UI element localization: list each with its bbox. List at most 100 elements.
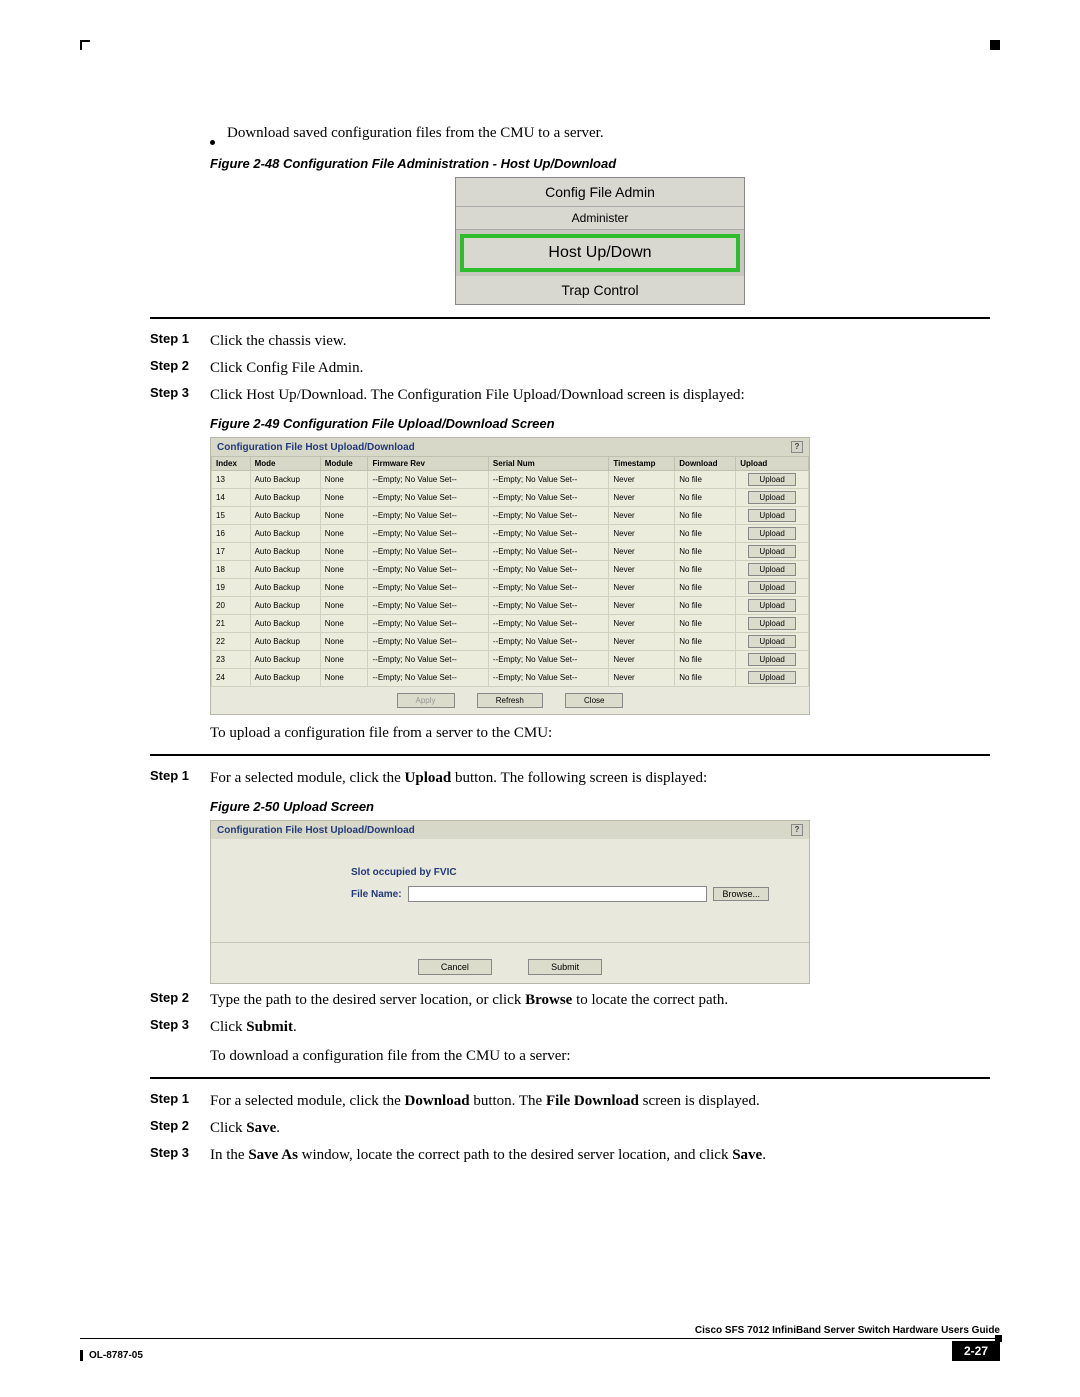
- table-cell: 24: [212, 669, 251, 687]
- table-cell: 21: [212, 615, 251, 633]
- footer-square-icon: [995, 1335, 1002, 1342]
- file-name-label: File Name:: [351, 889, 402, 900]
- table-header: Download: [675, 457, 736, 471]
- upload-button: Upload: [748, 563, 795, 576]
- table-cell: --Empty; No Value Set--: [488, 525, 608, 543]
- table-cell: No file: [675, 633, 736, 651]
- table-cell: 19: [212, 579, 251, 597]
- upload-button: Upload: [748, 599, 795, 612]
- bullet-dot-icon: [210, 140, 215, 145]
- table-header: Upload: [736, 457, 809, 471]
- table-cell: No file: [675, 597, 736, 615]
- table-cell: Auto Backup: [250, 669, 320, 687]
- menu-figure: Config File Admin Administer Host Up/Dow…: [455, 177, 745, 305]
- table-row: 22Auto BackupNone--Empty; No Value Set--…: [212, 633, 809, 651]
- figure-48-caption: Figure 2-48 Configuration File Administr…: [210, 156, 990, 171]
- page-number: 2-27: [952, 1341, 1000, 1361]
- table-row: 18Auto BackupNone--Empty; No Value Set--…: [212, 561, 809, 579]
- upload-button: Upload: [748, 491, 795, 504]
- table-cell: 15: [212, 507, 251, 525]
- step-text: In the Save As window, locate the correc…: [210, 1145, 990, 1166]
- step-text: Click Submit.: [210, 1017, 990, 1038]
- table-header: Index: [212, 457, 251, 471]
- step-text: Click the chassis view.: [210, 331, 990, 352]
- divider: [150, 754, 990, 756]
- table-cell: Never: [609, 525, 675, 543]
- table-header: Module: [320, 457, 368, 471]
- table-cell: No file: [675, 561, 736, 579]
- apply-button: Apply: [397, 693, 455, 708]
- table-row: 16Auto BackupNone--Empty; No Value Set--…: [212, 525, 809, 543]
- table-cell: No file: [675, 525, 736, 543]
- table-cell: --Empty; No Value Set--: [368, 507, 488, 525]
- table-cell: Never: [609, 633, 675, 651]
- table-cell: 14: [212, 489, 251, 507]
- table-cell: --Empty; No Value Set--: [368, 615, 488, 633]
- table-cell: No file: [675, 471, 736, 489]
- table-cell: Upload: [736, 633, 809, 651]
- table-cell: None: [320, 579, 368, 597]
- step-text: Click Host Up/Download. The Configuratio…: [210, 385, 990, 406]
- table-cell: --Empty; No Value Set--: [368, 525, 488, 543]
- table-cell: --Empty; No Value Set--: [368, 579, 488, 597]
- table-cell: Never: [609, 507, 675, 525]
- help-icon: ?: [791, 824, 803, 836]
- table-cell: Upload: [736, 597, 809, 615]
- table-cell: None: [320, 597, 368, 615]
- table-cell: 17: [212, 543, 251, 561]
- slot-label: Slot occupied by FVIC: [351, 867, 769, 878]
- table-cell: None: [320, 561, 368, 579]
- table-title: Configuration File Host Upload/Download: [217, 442, 415, 453]
- upload-button: Upload: [748, 509, 795, 522]
- browse-button: Browse...: [713, 887, 769, 901]
- step-text: For a selected module, click the Upload …: [210, 768, 990, 789]
- figure-49-caption: Figure 2-49 Configuration File Upload/Do…: [210, 416, 990, 431]
- upload-button: Upload: [748, 653, 795, 666]
- table-cell: --Empty; No Value Set--: [488, 561, 608, 579]
- table-cell: Auto Backup: [250, 615, 320, 633]
- table-row: 17Auto BackupNone--Empty; No Value Set--…: [212, 543, 809, 561]
- table-cell: Upload: [736, 507, 809, 525]
- table-cell: Auto Backup: [250, 633, 320, 651]
- table-cell: Auto Backup: [250, 651, 320, 669]
- upload-button: Upload: [748, 545, 795, 558]
- table-row: 15Auto BackupNone--Empty; No Value Set--…: [212, 507, 809, 525]
- step-text: Click Save.: [210, 1118, 990, 1139]
- table-row: 21Auto BackupNone--Empty; No Value Set--…: [212, 615, 809, 633]
- step-label: Step 2: [150, 358, 210, 379]
- file-name-input: [408, 886, 708, 902]
- table-cell: Auto Backup: [250, 543, 320, 561]
- table-cell: Upload: [736, 543, 809, 561]
- step-text: For a selected module, click the Downloa…: [210, 1091, 990, 1112]
- table-cell: Upload: [736, 615, 809, 633]
- step-label: Step 1: [150, 1091, 210, 1112]
- page-footer: Cisco SFS 7012 InfiniBand Server Switch …: [80, 1325, 1000, 1361]
- table-cell: --Empty; No Value Set--: [488, 543, 608, 561]
- table-cell: 20: [212, 597, 251, 615]
- table-cell: 23: [212, 651, 251, 669]
- table-cell: Never: [609, 543, 675, 561]
- table-cell: --Empty; No Value Set--: [368, 651, 488, 669]
- close-button: Close: [565, 693, 623, 708]
- table-header: Mode: [250, 457, 320, 471]
- upload-figure: Configuration File Host Upload/Download …: [210, 820, 810, 984]
- table-row: 20Auto BackupNone --Empty; No Value Set--…: [212, 597, 809, 615]
- table-cell: --Empty; No Value Set--: [368, 471, 488, 489]
- table-cell: Never: [609, 471, 675, 489]
- divider: [150, 317, 990, 319]
- table-cell: Auto Backup: [250, 507, 320, 525]
- table-cell: No file: [675, 615, 736, 633]
- table-row: 13Auto BackupNone--Empty; No Value Set--…: [212, 471, 809, 489]
- table-cell: No file: [675, 579, 736, 597]
- table-cell: Upload: [736, 651, 809, 669]
- crop-mark-tr: [990, 40, 1000, 50]
- upload-button: Upload: [748, 581, 795, 594]
- table-cell: --Empty; No Value Set--: [368, 561, 488, 579]
- table-cell: Never: [609, 651, 675, 669]
- table-cell: --Empty; No Value Set--: [488, 597, 608, 615]
- table-cell: Auto Backup: [250, 597, 320, 615]
- step-label: Step 2: [150, 1118, 210, 1139]
- table-cell: --Empty; No Value Set--: [368, 633, 488, 651]
- table-cell: None: [320, 651, 368, 669]
- help-icon: ?: [791, 441, 803, 453]
